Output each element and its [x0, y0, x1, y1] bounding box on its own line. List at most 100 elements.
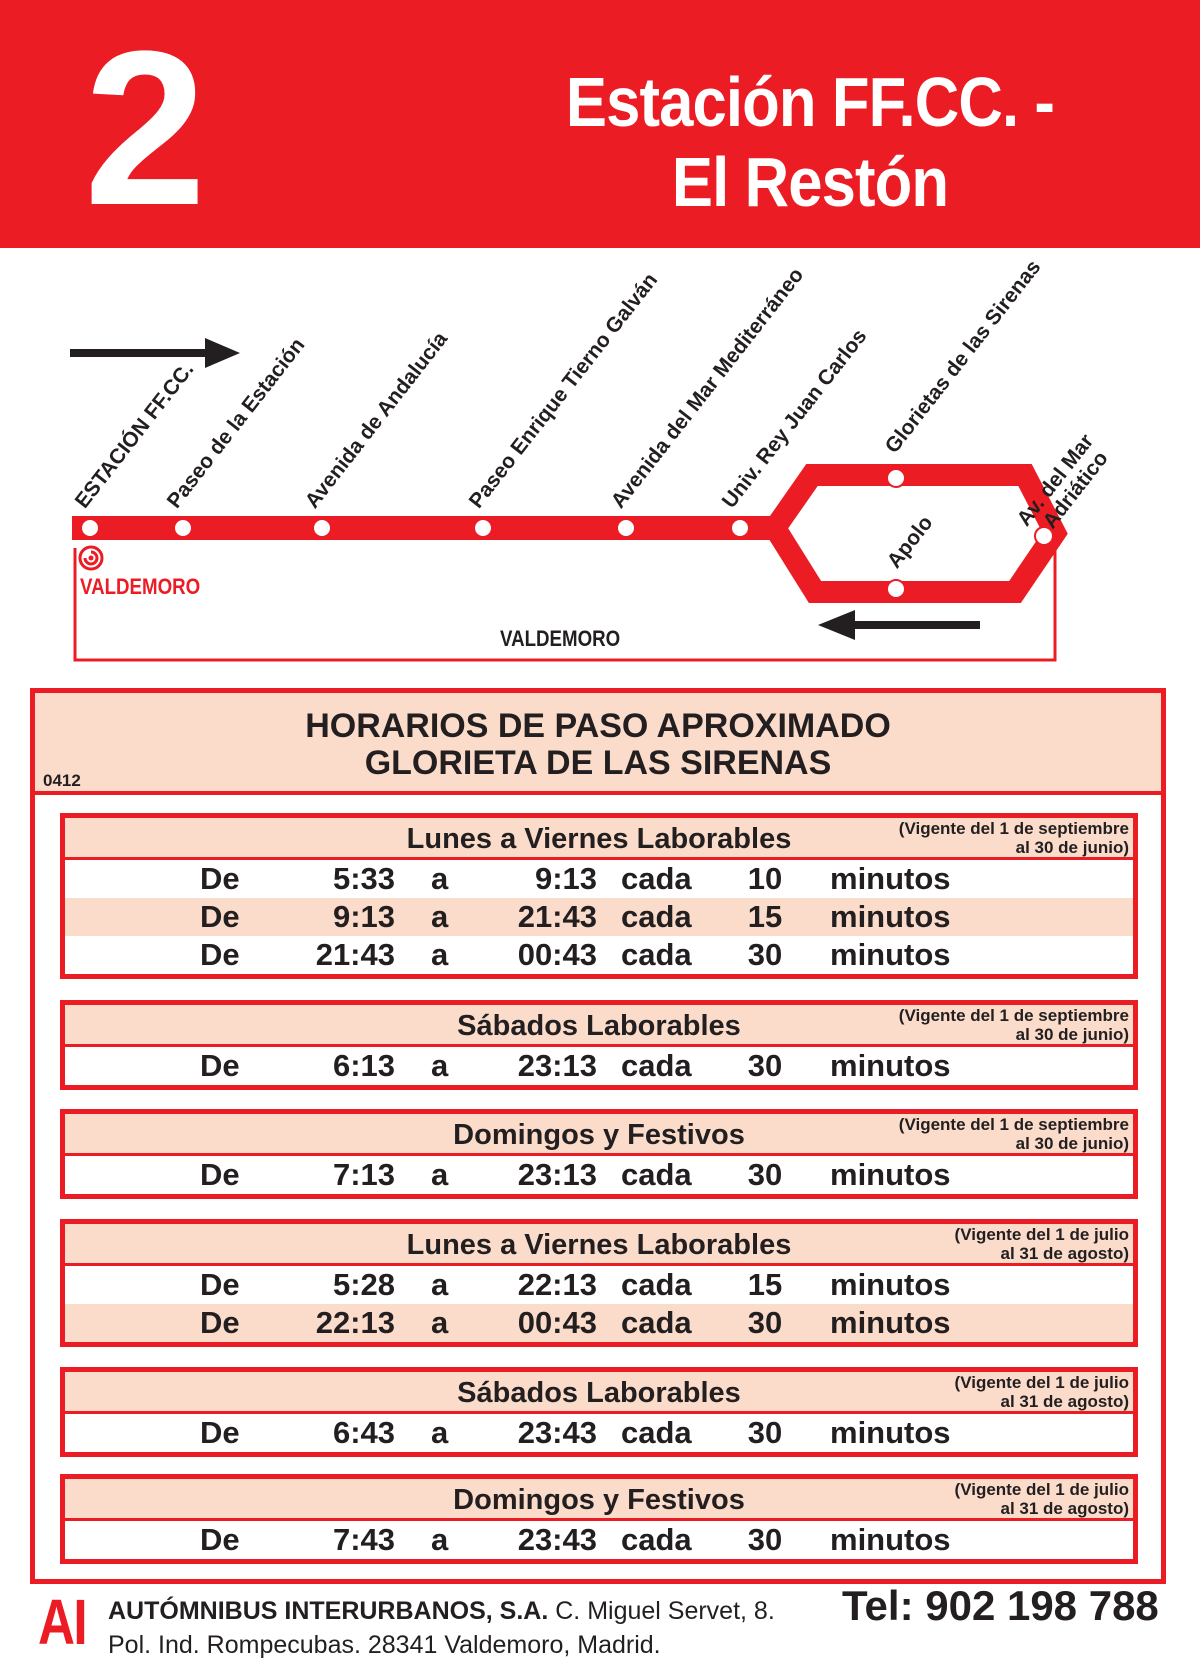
validity-line2: al 31 de agosto)	[1000, 1244, 1129, 1263]
block-validity: (Vigente del 1 de julio al 31 de agosto)	[859, 1480, 1129, 1518]
label-de: De	[200, 899, 240, 934]
validity-line2: al 31 de agosto)	[1000, 1392, 1129, 1411]
schedule-row: De 22:13 a 00:43 cada 30 minutos	[65, 1304, 1133, 1342]
time-from: 22:13	[315, 1305, 395, 1340]
frequency: 30	[747, 1157, 783, 1192]
label-de: De	[200, 1157, 240, 1192]
time-to: 23:13	[517, 1048, 597, 1083]
label-de: De	[200, 1048, 240, 1083]
validity-line2: al 30 de junio)	[1015, 1025, 1129, 1044]
frequency: 30	[747, 1522, 783, 1557]
label-minutos: minutos	[830, 1048, 951, 1083]
time-to: 23:43	[517, 1415, 597, 1450]
stop-marker	[886, 468, 906, 488]
schedule-row: De 7:13 a 23:13 cada 30 minutos	[65, 1156, 1133, 1194]
schedule-row: De 7:43 a 23:43 cada 30 minutos	[65, 1521, 1133, 1559]
schedule-block-sunday-winter: Domingos y Festivos (Vigente del 1 de se…	[60, 1109, 1138, 1199]
stop-marker	[80, 518, 100, 538]
time-from: 7:13	[332, 1157, 395, 1192]
label-minutos: minutos	[830, 1267, 951, 1302]
schedule-row: De 6:13 a 23:13 cada 30 minutos	[65, 1047, 1133, 1085]
time-to: 00:43	[517, 937, 597, 972]
label-minutos: minutos	[830, 861, 951, 896]
route-map: ESTACIÓN FF.CC. Paseo de la Estación Ave…	[0, 248, 1200, 668]
town-label-bottom: VALDEMORO	[500, 626, 621, 651]
time-to: 23:13	[517, 1157, 597, 1192]
line-number: 2	[84, 5, 206, 251]
validity-line1: (Vigente del 1 de julio	[954, 1373, 1129, 1392]
stop-marker	[730, 518, 750, 538]
validity-line1: (Vigente del 1 de septiembre	[898, 1006, 1129, 1025]
label-minutos: minutos	[830, 899, 951, 934]
label-a: a	[431, 1305, 449, 1340]
block-header: Domingos y Festivos (Vigente del 1 de ju…	[65, 1479, 1133, 1521]
time-from: 7:43	[332, 1522, 395, 1557]
schedule-title-line2: GLORIETA DE LAS SIRENAS	[364, 744, 832, 782]
validity-line1: (Vigente del 1 de septiembre	[898, 819, 1129, 838]
frequency: 30	[747, 937, 783, 972]
time-to: 9:13	[534, 861, 597, 896]
company-logo: AI	[38, 1586, 88, 1658]
validity-line2: al 31 de agosto)	[1000, 1499, 1129, 1518]
stop-marker	[312, 518, 332, 538]
stop-marker	[886, 579, 906, 599]
validity-line1: (Vigente del 1 de septiembre	[898, 1115, 1129, 1134]
label-a: a	[431, 937, 449, 972]
label-minutos: minutos	[830, 1157, 951, 1192]
schedule-row: De 9:13 a 21:43 cada 15 minutos	[65, 898, 1133, 936]
validity-line2: al 30 de junio)	[1015, 1134, 1129, 1153]
label-cada: cada	[621, 1267, 692, 1302]
label-minutos: minutos	[830, 1415, 951, 1450]
label-minutos: minutos	[830, 937, 951, 972]
frequency: 15	[747, 899, 783, 934]
company-info: AUTÓMNIBUS INTERURBANOS, S.A. C. Miguel …	[108, 1594, 775, 1662]
label-cada: cada	[621, 861, 692, 896]
schedule-panel: HORARIOS DE PASO APROXIMADO GLORIETA DE …	[30, 688, 1166, 1584]
schedule-row: De 6:43 a 23:43 cada 30 minutos	[65, 1414, 1133, 1452]
label-de: De	[200, 1522, 240, 1557]
time-from: 5:28	[332, 1267, 395, 1302]
footer: AI AUTÓMNIBUS INTERURBANOS, S.A. C. Migu…	[0, 1584, 1200, 1664]
schedule-block-saturday-summer: Sábados Laborables (Vigente del 1 de jul…	[60, 1367, 1138, 1457]
direction-arrow-return-icon	[818, 610, 980, 640]
schedule-header: HORARIOS DE PASO APROXIMADO GLORIETA DE …	[35, 693, 1161, 795]
stop-marker	[473, 518, 493, 538]
label-cada: cada	[621, 1305, 692, 1340]
label-a: a	[431, 861, 449, 896]
block-header: Lunes a Viernes Laborables (Vigente del …	[65, 1224, 1133, 1266]
town-label-origin: VALDEMORO	[80, 574, 201, 599]
time-to: 21:43	[517, 899, 597, 934]
label-de: De	[200, 1415, 240, 1450]
frequency: 30	[747, 1048, 783, 1083]
label-cada: cada	[621, 899, 692, 934]
schedule-block-weekday-winter: Lunes a Viernes Laborables (Vigente del …	[60, 813, 1138, 979]
company-name: AUTÓMNIBUS INTERURBANOS, S.A.	[108, 1597, 549, 1625]
schedule-row: De 5:33 a 9:13 cada 10 minutos	[65, 860, 1133, 898]
label-de: De	[200, 937, 240, 972]
time-from: 6:13	[332, 1048, 395, 1083]
block-header: Lunes a Viernes Laborables (Vigente del …	[65, 818, 1133, 860]
route-title: Estación FF.CC. - El Restón	[511, 62, 1109, 222]
label-de: De	[200, 1305, 240, 1340]
company-address-city: Pol. Ind. Rompecubas. 28341 Valdemoro, M…	[108, 1631, 661, 1659]
phone-number[interactable]: Tel: 902 198 788	[842, 1584, 1159, 1628]
route-header: 2 Estación FF.CC. - El Restón	[0, 0, 1200, 248]
route-title-line2: El Restón	[671, 143, 949, 221]
company-line1: AUTÓMNIBUS INTERURBANOS, S.A. C. Miguel …	[108, 1594, 775, 1628]
validity-line2: al 30 de junio)	[1015, 838, 1129, 857]
block-header: Domingos y Festivos (Vigente del 1 de se…	[65, 1114, 1133, 1156]
block-header: Sábados Laborables (Vigente del 1 de jul…	[65, 1372, 1133, 1414]
block-validity: (Vigente del 1 de septiembre al 30 de ju…	[859, 819, 1129, 857]
block-validity: (Vigente del 1 de julio al 31 de agosto)	[859, 1225, 1129, 1263]
route-title-line1: Estación FF.CC. -	[565, 63, 1055, 141]
time-from: 21:43	[315, 937, 395, 972]
frequency: 10	[747, 861, 783, 896]
block-validity: (Vigente del 1 de septiembre al 30 de ju…	[859, 1006, 1129, 1044]
label-a: a	[431, 1522, 449, 1557]
schedule-block-saturday-winter: Sábados Laborables (Vigente del 1 de sep…	[60, 1000, 1138, 1090]
time-to: 00:43	[517, 1305, 597, 1340]
label-a: a	[431, 899, 449, 934]
label-a: a	[431, 1157, 449, 1192]
schedule-title: HORARIOS DE PASO APROXIMADO GLORIETA DE …	[35, 708, 1161, 782]
schedule-row: De 5:28 a 22:13 cada 15 minutos	[65, 1266, 1133, 1304]
